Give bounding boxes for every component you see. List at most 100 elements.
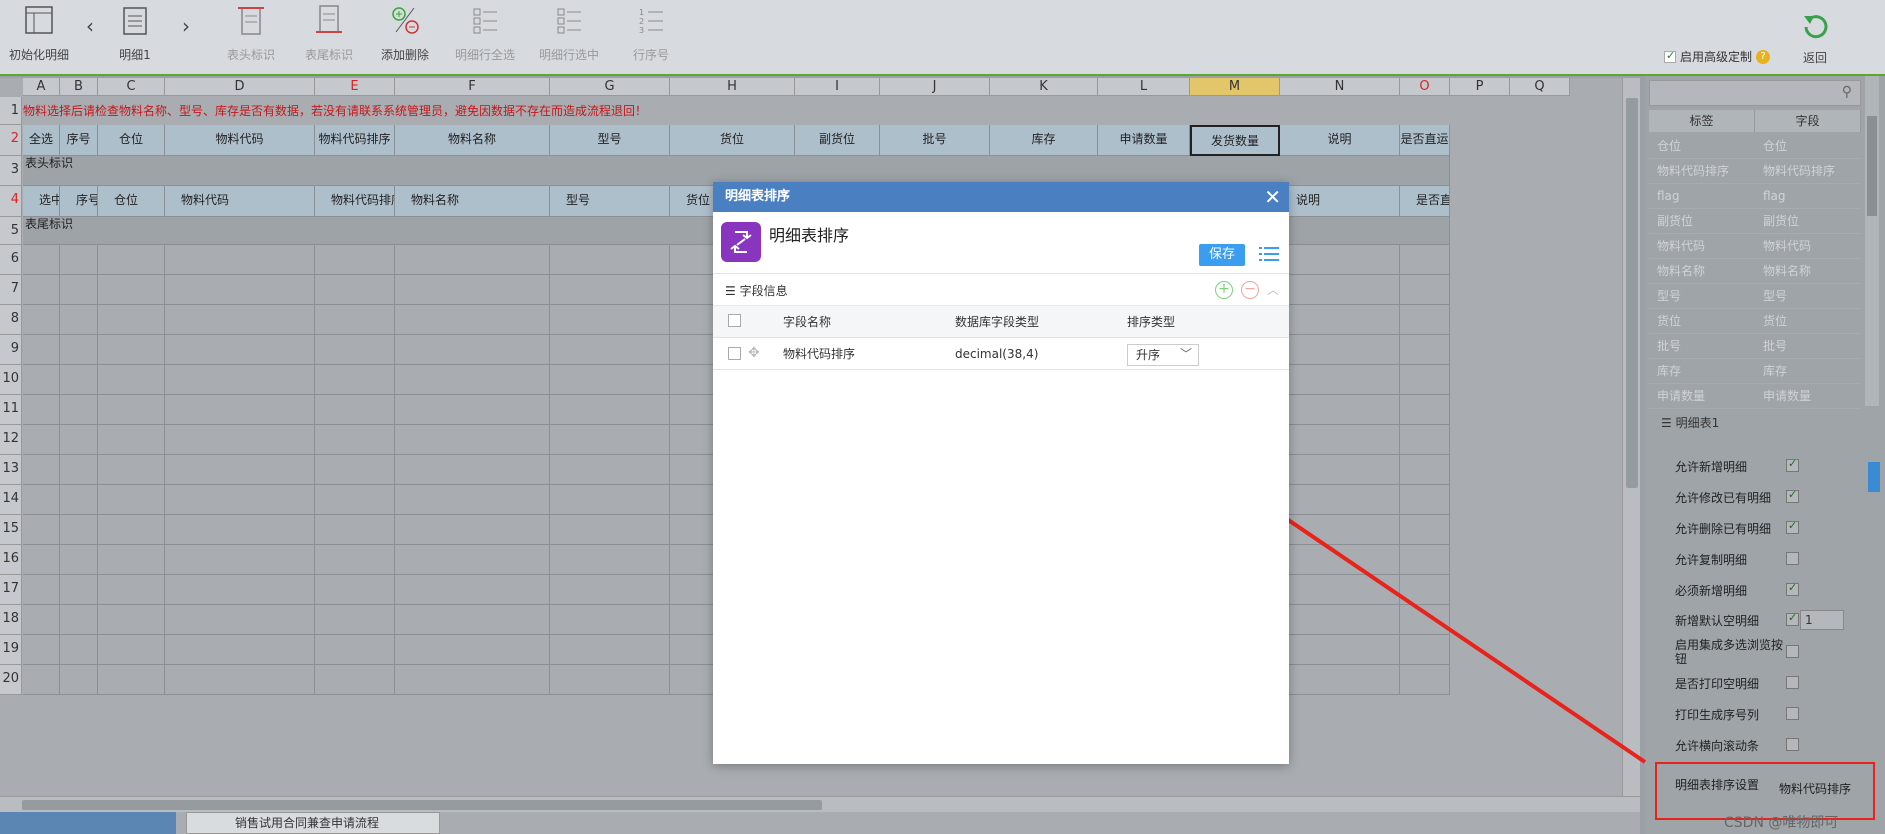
row-header[interactable]: 5 [0, 217, 22, 245]
header-cell[interactable]: 物料代码排序 [315, 125, 395, 156]
grid-cell[interactable] [165, 485, 315, 515]
grid-cell[interactable] [550, 425, 670, 455]
row-header[interactable]: 14 [0, 485, 22, 515]
grid-cell[interactable] [550, 605, 670, 635]
drag-handle-icon[interactable]: ✥ [748, 345, 760, 361]
grid-cell[interactable] [395, 545, 550, 575]
option-checkbox[interactable] [1786, 738, 1799, 751]
grid-cell[interactable] [550, 545, 670, 575]
grid-cell[interactable] [23, 275, 60, 305]
grid-cell[interactable] [1280, 515, 1400, 545]
next-detail-button[interactable]: › [182, 14, 190, 38]
grid-cell[interactable] [165, 575, 315, 605]
grid-cell[interactable] [23, 545, 60, 575]
header-cell[interactable]: 全选 [23, 125, 60, 156]
field-cell[interactable]: 序号 [60, 186, 98, 217]
grid-cell[interactable] [165, 515, 315, 545]
field-cell[interactable]: 型号 [550, 186, 670, 217]
grid-cell[interactable] [165, 605, 315, 635]
grid-cell[interactable] [315, 635, 395, 665]
grid-cell[interactable] [165, 635, 315, 665]
grid-cell[interactable] [1400, 605, 1450, 635]
grid-cell[interactable] [550, 275, 670, 305]
option-checkbox[interactable] [1786, 552, 1799, 565]
grid-cell[interactable] [60, 365, 98, 395]
select-all-rows-button[interactable]: 明细行全选 [446, 2, 524, 72]
grid-cell[interactable] [395, 485, 550, 515]
grid-cell[interactable] [395, 575, 550, 605]
prev-detail-button[interactable]: ‹ [86, 14, 94, 38]
collapse-icon[interactable]: ︿ [1267, 281, 1279, 299]
header-cell[interactable]: 说明 [1280, 125, 1400, 156]
field-list-item[interactable]: flag flag [1649, 184, 1861, 209]
grid-cell[interactable] [1400, 485, 1450, 515]
save-button[interactable]: 保存 [1199, 244, 1245, 266]
option-checkbox[interactable] [1786, 519, 1799, 534]
grid-cell[interactable] [23, 365, 60, 395]
grid-cell[interactable] [98, 305, 165, 335]
column-header[interactable]: H [670, 78, 795, 96]
grid-cell[interactable] [550, 335, 670, 365]
grid-cell[interactable] [60, 245, 98, 275]
remove-icon[interactable]: − [1240, 281, 1259, 299]
grid-cell[interactable] [395, 425, 550, 455]
add-delete-button[interactable]: 添加删除 [366, 2, 444, 72]
grid-cell[interactable] [1400, 455, 1450, 485]
grid-cell[interactable] [315, 515, 395, 545]
grid-cell[interactable] [23, 335, 60, 365]
add-icon[interactable]: + [1214, 281, 1233, 299]
grid-cell[interactable] [395, 275, 550, 305]
grid-cell[interactable] [1400, 275, 1450, 305]
field-cell[interactable]: 说明 [1280, 186, 1400, 217]
row-header[interactable]: 7 [0, 275, 22, 305]
scroll-thumb[interactable] [1867, 116, 1877, 216]
return-button[interactable]: 返回 [1795, 12, 1835, 66]
grid-cell[interactable] [315, 665, 395, 695]
field-list-item[interactable]: 申请数量 申请数量 [1649, 384, 1861, 409]
field-cell[interactable]: 是否直运 [1400, 186, 1450, 217]
footer-mark-button[interactable]: 表尾标识 [290, 2, 368, 72]
row-header[interactable]: 15 [0, 515, 22, 545]
grid-cell[interactable] [165, 425, 315, 455]
grid-cell[interactable] [1280, 545, 1400, 575]
column-header[interactable]: Q [1510, 78, 1570, 96]
column-header[interactable]: N [1280, 78, 1400, 96]
grid-cell[interactable] [60, 485, 98, 515]
grid-cell[interactable] [1400, 395, 1450, 425]
grid-cell[interactable] [23, 515, 60, 545]
grid-cell[interactable] [60, 395, 98, 425]
close-icon[interactable]: ✕ [1264, 182, 1281, 212]
list-icon[interactable] [1259, 246, 1279, 262]
grid-cell[interactable] [315, 305, 395, 335]
field-search-input[interactable]: ⚲ [1649, 80, 1861, 106]
grid-cell[interactable] [550, 635, 670, 665]
grid-cell[interactable] [23, 305, 60, 335]
field-list-item[interactable]: 物料代码排序 物料代码排序 [1649, 159, 1861, 184]
header-cell[interactable]: 货位 [670, 125, 795, 156]
grid-cell[interactable] [98, 275, 165, 305]
grid-cell[interactable] [60, 275, 98, 305]
grid-cell[interactable] [165, 365, 315, 395]
grid-cell[interactable] [1280, 425, 1400, 455]
grid-cell[interactable] [165, 665, 315, 695]
row-header[interactable]: 11 [0, 395, 22, 425]
option-checkbox[interactable] [1786, 457, 1799, 472]
row-header[interactable]: 2 [0, 125, 22, 156]
grid-cell[interactable] [395, 245, 550, 275]
grid-cell[interactable] [315, 365, 395, 395]
column-header[interactable]: M [1190, 78, 1280, 96]
scroll-thumb[interactable] [22, 800, 822, 810]
grid-cell[interactable] [550, 575, 670, 605]
row-header[interactable]: 16 [0, 545, 22, 575]
grid-cell[interactable] [1280, 485, 1400, 515]
field-list-item[interactable]: 物料名称 物料名称 [1649, 259, 1861, 284]
grid-cell[interactable] [550, 365, 670, 395]
grid-cell[interactable] [1280, 665, 1400, 695]
grid-cell[interactable] [315, 395, 395, 425]
option-checkbox[interactable] [1786, 645, 1799, 658]
grid-cell[interactable] [60, 425, 98, 455]
row-header[interactable]: 9 [0, 335, 22, 365]
grid-cell[interactable] [98, 545, 165, 575]
grid-cell[interactable] [23, 635, 60, 665]
grid-cell[interactable] [1400, 575, 1450, 605]
